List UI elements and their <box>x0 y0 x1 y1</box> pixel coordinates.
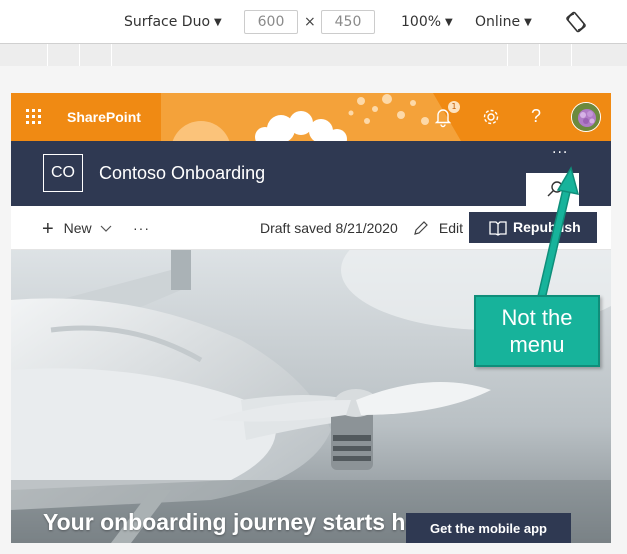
throttling-select[interactable]: Online ▼ <box>475 12 532 33</box>
hero-title: Your onboarding journey starts he <box>43 509 419 535</box>
rotate-icon[interactable] <box>565 11 587 33</box>
suite-bar: SharePoint 1 ? <box>11 93 611 141</box>
dimension-separator: × <box>304 14 316 30</box>
new-label: New <box>63 220 92 236</box>
notification-badge: 1 <box>448 101 460 113</box>
caret-down-icon: ▼ <box>524 17 532 28</box>
site-header: CO Contoso Onboarding ··· <box>11 141 611 206</box>
media-query-ruler <box>0 44 627 66</box>
avatar[interactable] <box>571 102 601 132</box>
command-bar: + New ··· Draft saved 8/21/2020 Edit Rep… <box>11 206 611 250</box>
get-mobile-app-button[interactable]: Get the mobile app <box>406 513 571 543</box>
device-toolbar: Surface Duo ▼ 600 × 450 100% ▼ Online ▼ <box>0 0 627 44</box>
republish-button[interactable]: Republish <box>469 212 597 243</box>
callout-line-2: menu <box>509 332 565 357</box>
zoom-value: 100% <box>401 14 442 30</box>
chevron-down-icon <box>101 225 112 232</box>
search-icon <box>547 181 563 197</box>
draft-status: Draft saved 8/21/2020 <box>260 220 398 236</box>
site-more-button[interactable]: ··· <box>552 145 568 161</box>
annotation-callout: Not the menu <box>474 295 600 367</box>
width-input[interactable]: 600 <box>244 10 298 34</box>
republish-label: Republish <box>513 219 581 235</box>
caret-down-icon: ▼ <box>445 17 453 28</box>
app-launcher-icon[interactable] <box>26 109 42 125</box>
throttling-value: Online <box>475 14 521 30</box>
help-icon[interactable]: ? <box>531 104 541 128</box>
plus-icon: + <box>42 218 54 240</box>
book-icon <box>489 221 507 236</box>
edit-label: Edit <box>438 220 464 236</box>
command-overflow-button[interactable]: ··· <box>133 219 150 237</box>
search-button[interactable] <box>526 173 579 206</box>
sharepoint-brand[interactable]: SharePoint <box>67 107 141 127</box>
hero-banner: Your onboarding journey starts he Get th… <box>11 250 611 543</box>
site-logo[interactable]: CO <box>43 154 83 192</box>
drone-hero-image <box>11 250 611 543</box>
callout-line-1: Not the <box>501 305 573 330</box>
site-title[interactable]: Contoso Onboarding <box>99 161 265 185</box>
device-select[interactable]: Surface Duo ▼ <box>124 12 222 33</box>
zoom-select[interactable]: 100% ▼ <box>401 12 453 33</box>
new-button[interactable]: + New <box>42 218 112 240</box>
edit-button[interactable]: Edit <box>413 219 463 237</box>
gear-icon[interactable] <box>479 105 503 129</box>
caret-down-icon: ▼ <box>214 17 222 28</box>
pencil-icon <box>414 221 428 235</box>
device-name: Surface Duo <box>124 14 211 30</box>
height-input[interactable]: 450 <box>321 10 375 34</box>
